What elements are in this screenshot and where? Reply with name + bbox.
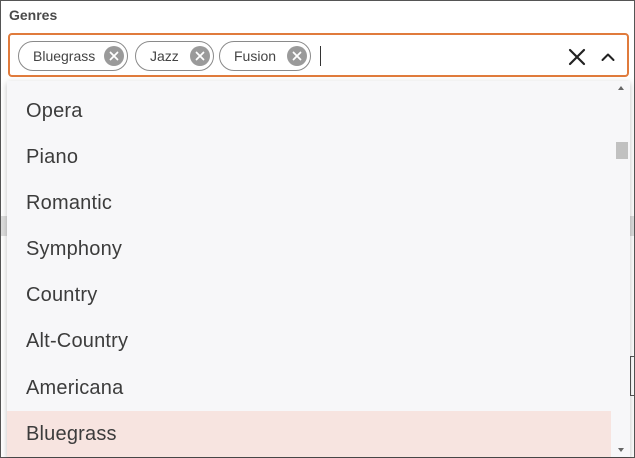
options-list: Opera Piano Romantic Symphony Country Al…	[7, 81, 611, 457]
option-americana[interactable]: Americana	[7, 365, 611, 411]
background-edge	[630, 356, 635, 396]
option-alt-country[interactable]: Alt-Country	[7, 318, 611, 364]
app-frame: Genres Bluegrass Jazz Fusion Opera Piano…	[0, 0, 635, 458]
option-symphony[interactable]: Symphony	[7, 226, 611, 272]
text-caret[interactable]	[320, 46, 321, 66]
scroll-up-arrow[interactable]	[611, 81, 630, 95]
options-dropdown: Opera Piano Romantic Symphony Country Al…	[7, 81, 630, 457]
scrollbar-thumb[interactable]	[616, 142, 628, 159]
clear-button[interactable]	[566, 46, 588, 68]
field-label: Genres	[9, 7, 58, 23]
chip-bluegrass: Bluegrass	[18, 41, 128, 71]
chip-label: Fusion	[234, 48, 277, 64]
chip-fusion: Fusion	[219, 41, 311, 71]
chevron-up-icon	[601, 53, 615, 61]
close-circle-icon[interactable]	[287, 46, 307, 66]
option-opera[interactable]: Opera	[7, 88, 611, 134]
chip-jazz: Jazz	[135, 41, 214, 71]
option-romantic[interactable]: Romantic	[7, 180, 611, 226]
close-circle-icon[interactable]	[104, 46, 124, 66]
option-piano[interactable]: Piano	[7, 134, 611, 180]
chip-label: Bluegrass	[33, 48, 96, 64]
close-circle-icon[interactable]	[190, 46, 210, 66]
close-icon	[568, 48, 586, 66]
option-country[interactable]: Country	[7, 272, 611, 318]
scrollbar[interactable]	[611, 81, 630, 457]
genres-combobox[interactable]: Bluegrass Jazz Fusion	[8, 33, 629, 77]
option-bluegrass[interactable]: Bluegrass	[7, 411, 611, 457]
chip-label: Jazz	[150, 48, 179, 64]
toggle-dropdown-button[interactable]	[597, 46, 619, 68]
scroll-down-arrow[interactable]	[611, 443, 630, 457]
